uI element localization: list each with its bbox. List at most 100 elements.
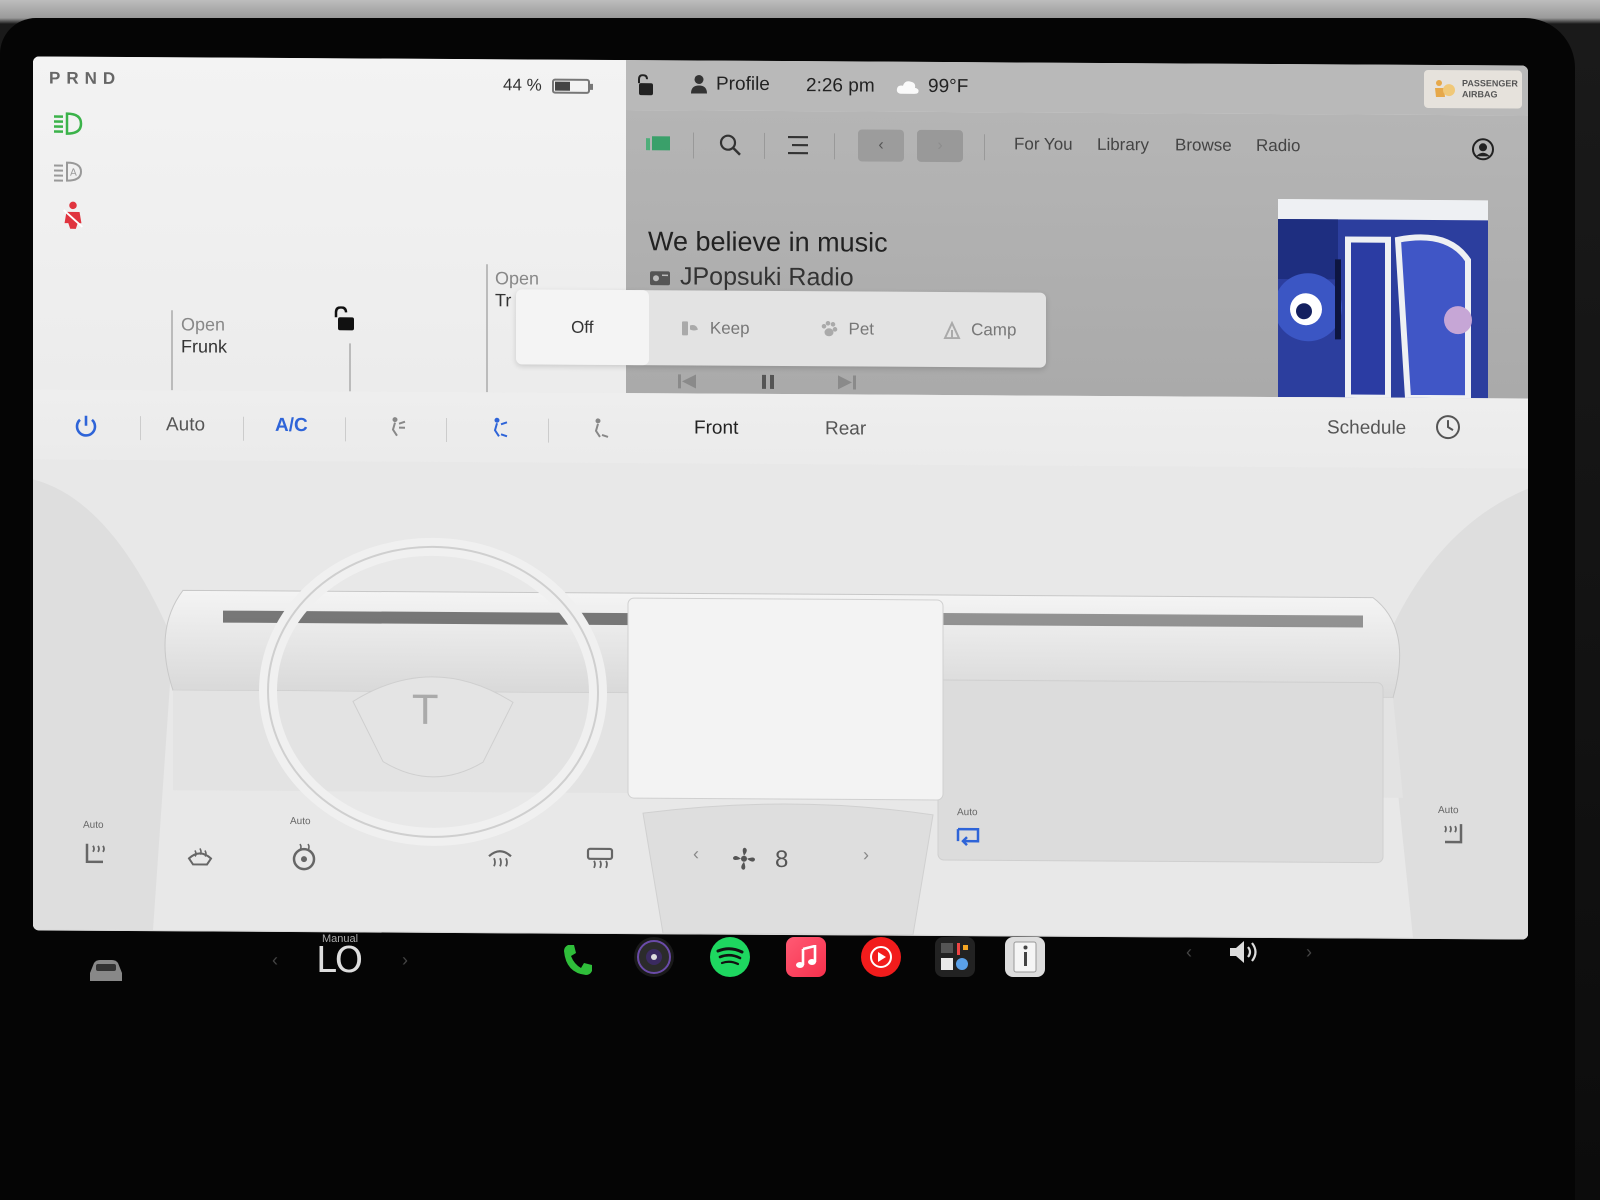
climate-keeper-off-label: Off: [571, 317, 594, 337]
battery-status: 44 %: [503, 75, 593, 96]
battery-percent: 44 %: [503, 75, 542, 95]
climate-keeper-keep-label: Keep: [709, 318, 750, 338]
passenger-airbag-indicator: PASSENGER AIRBAG: [1424, 69, 1522, 109]
airflow-face-icon[interactable]: [383, 416, 407, 440]
airbag-line-2: AIRBAG: [1462, 89, 1498, 100]
volume-icon[interactable]: [1228, 938, 1262, 966]
touchscreen: PRND 44 % A Open Frunk Open Tr Profile 2…: [33, 56, 1528, 940]
steering-wheel-heater-icon[interactable]: [185, 840, 215, 870]
previous-track-icon[interactable]: [678, 374, 696, 389]
spotify-waves: [716, 947, 744, 966]
tab-radio[interactable]: Radio: [1256, 136, 1300, 156]
battery-fill: [554, 81, 570, 91]
climate-keeper-selector: Off Keep Pet Camp: [516, 289, 1047, 368]
unlock-icon[interactable]: [333, 306, 359, 332]
airflow-face-feet-icon[interactable]: [485, 416, 509, 440]
driver-seat-heat-auto: Auto: [83, 819, 104, 831]
profile-label: Profile: [716, 73, 770, 95]
climate-keeper-pet-label: Pet: [848, 318, 875, 339]
front-defrost-icon[interactable]: [485, 842, 515, 872]
climate-keeper-off[interactable]: Off: [516, 289, 649, 366]
spotify-icon[interactable]: [710, 937, 750, 977]
passenger-seat-heater-icon[interactable]: [1437, 820, 1467, 850]
driver-seat-heater-icon[interactable]: [81, 840, 111, 870]
battery-icon: [551, 78, 593, 94]
clock-icon[interactable]: [1435, 414, 1461, 440]
forward-button[interactable]: ›: [917, 129, 963, 163]
svg-text:A: A: [70, 168, 77, 179]
headlights-icon[interactable]: [51, 109, 87, 139]
music-icon[interactable]: [786, 937, 826, 977]
open-trunk-action: Open: [495, 268, 540, 289]
frunk-divider: [171, 310, 173, 391]
chevron-left-icon: ‹: [878, 136, 884, 154]
fan-decrease-chevron[interactable]: ‹: [693, 843, 699, 864]
climate-keeper-camp[interactable]: Camp: [914, 292, 1047, 368]
queue-icon[interactable]: [786, 133, 810, 157]
lock-status-icon[interactable]: [636, 74, 656, 96]
svg-text:T: T: [412, 688, 438, 734]
schedule-button[interactable]: Schedule: [1327, 417, 1406, 439]
station-label: JPopsuki Radio: [680, 262, 854, 292]
account-icon[interactable]: [1471, 137, 1495, 161]
youtube-music-icon[interactable]: [861, 937, 901, 977]
recirculate-icon[interactable]: [954, 823, 982, 849]
wheel-heater-icon[interactable]: [289, 841, 319, 871]
temp-decrease-chevron[interactable]: ‹: [272, 950, 278, 971]
volume-decrease-chevron[interactable]: ‹: [1186, 942, 1192, 963]
fan-seat-icon: [681, 320, 698, 335]
climate-auto-button[interactable]: Auto: [166, 414, 205, 436]
fan-increase-chevron[interactable]: ›: [863, 845, 869, 866]
car-icon[interactable]: [86, 955, 126, 985]
rear-defrost-icon[interactable]: [585, 843, 615, 873]
power-icon[interactable]: [73, 414, 99, 440]
status-bar: Profile 2:26 pm 99°F PASSENGER AIRBAG: [626, 60, 1528, 116]
open-frunk-action: Open: [181, 314, 226, 335]
profile-button[interactable]: Profile: [690, 73, 770, 95]
recirculate-auto: Auto: [957, 807, 978, 819]
climate-toolbar: Auto A/C Front Rear Schedule: [33, 389, 1528, 468]
volume-increase-chevron[interactable]: ›: [1306, 942, 1312, 963]
climate-keeper-pet[interactable]: Pet: [781, 291, 914, 367]
cabin-temperature[interactable]: LO: [316, 940, 363, 981]
tent-icon: [943, 320, 961, 339]
media-source-icon[interactable]: [646, 134, 672, 154]
climate-rear-tab[interactable]: Rear: [825, 418, 866, 440]
open-frunk-button[interactable]: Open Frunk: [181, 313, 227, 357]
toybox-grid: [941, 943, 968, 970]
manual-icon[interactable]: [1005, 937, 1045, 977]
climate-keeper-keep[interactable]: Keep: [649, 290, 782, 366]
airflow-feet-icon[interactable]: [586, 417, 610, 441]
chevron-right-icon: ›: [937, 136, 943, 154]
album-art[interactable]: [1278, 199, 1488, 399]
auto-high-beam-icon[interactable]: A: [51, 157, 87, 187]
tab-library[interactable]: Library: [1097, 135, 1149, 155]
seatbelt-warning-icon: [62, 201, 84, 229]
outside-temperature: 99°F: [928, 75, 969, 98]
media-headline: We believe in music: [648, 226, 888, 258]
playback-controls: [678, 374, 856, 390]
climate-front-tab[interactable]: Front: [694, 417, 738, 439]
profile-icon: [691, 75, 707, 94]
passenger-seat-heat-auto: Auto: [1438, 805, 1459, 817]
ac-button[interactable]: A/C: [275, 415, 308, 437]
youtube-play: [870, 946, 892, 968]
fan-icon: [733, 847, 755, 870]
next-track-icon[interactable]: [838, 375, 856, 390]
back-button[interactable]: ‹: [858, 129, 904, 162]
camera-lens: [637, 940, 671, 974]
pause-icon[interactable]: [762, 374, 774, 389]
info-book: [1013, 941, 1037, 973]
station-name[interactable]: JPopsuki Radio: [650, 262, 854, 292]
tab-for-you[interactable]: For You: [1014, 134, 1073, 154]
airbag-line-1: PASSENGER: [1462, 78, 1518, 89]
weather: 99°F: [896, 76, 968, 98]
tab-browse[interactable]: Browse: [1175, 135, 1232, 155]
temp-increase-chevron[interactable]: ›: [402, 950, 408, 971]
phone-icon[interactable]: [560, 941, 596, 979]
search-icon[interactable]: [718, 133, 742, 157]
trunk-divider: [486, 264, 488, 393]
toybox-icon[interactable]: [935, 937, 975, 977]
camera-icon[interactable]: [634, 937, 674, 977]
album-art-image: [1278, 199, 1488, 399]
